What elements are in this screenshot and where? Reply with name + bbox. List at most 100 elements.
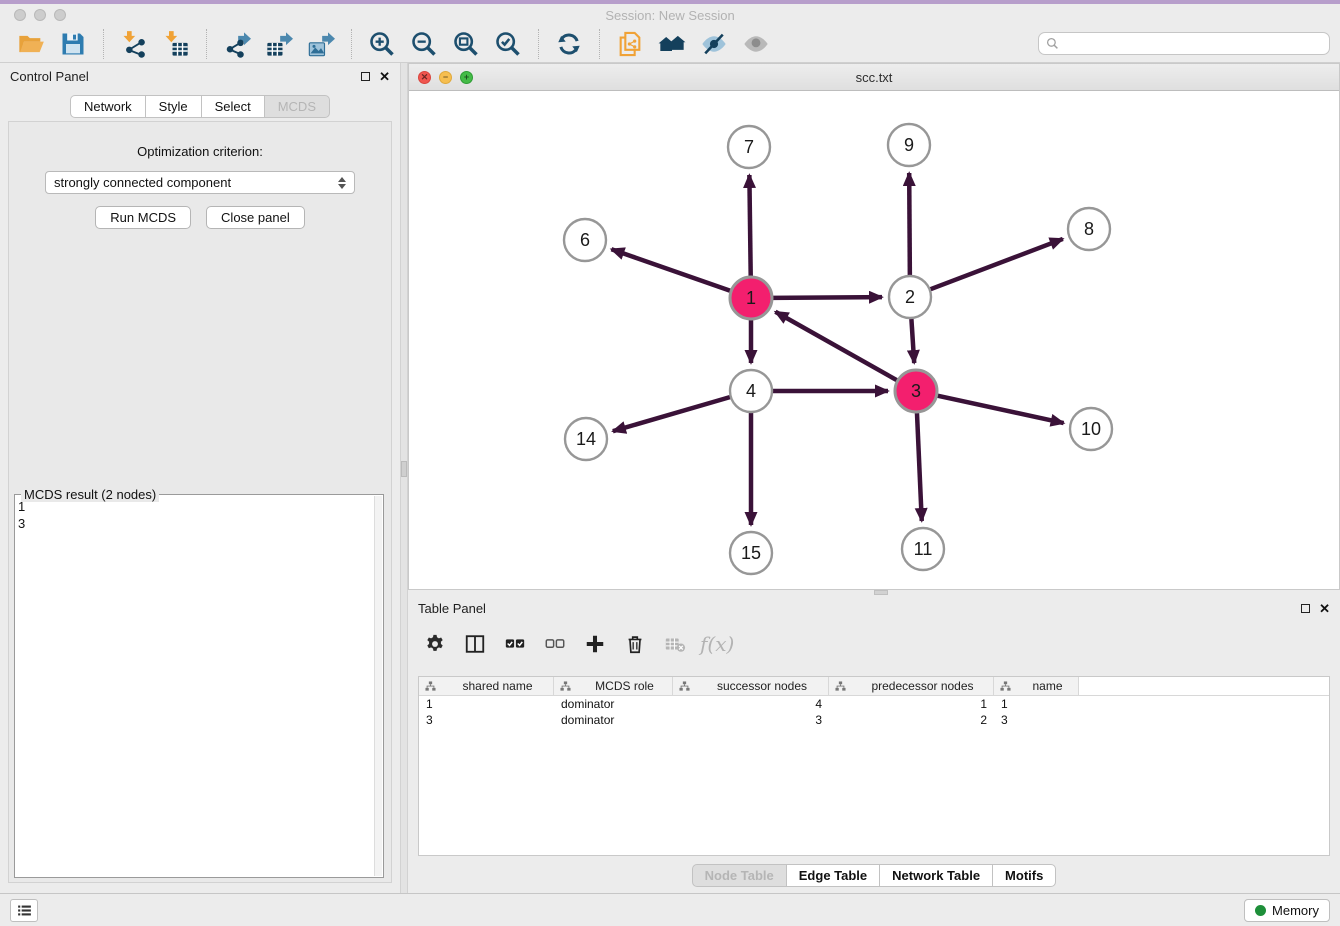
tab-select[interactable]: Select bbox=[201, 95, 265, 118]
minimize-network-button[interactable]: − bbox=[439, 71, 452, 84]
zoom-fit-icon[interactable] bbox=[450, 28, 482, 60]
close-window-button[interactable] bbox=[14, 9, 26, 21]
graph-edge-3-11[interactable] bbox=[917, 413, 922, 521]
add-column-icon[interactable] bbox=[580, 629, 610, 659]
task-history-button[interactable] bbox=[10, 899, 38, 922]
table-panel-title: Table Panel bbox=[418, 601, 486, 616]
table-tabs: Node TableEdge TableNetwork TableMotifs bbox=[408, 864, 1340, 887]
export-image-icon[interactable] bbox=[305, 28, 337, 60]
graph-edge-2-3[interactable] bbox=[911, 319, 914, 363]
show-eye-icon[interactable] bbox=[740, 28, 772, 60]
split-columns-icon[interactable] bbox=[460, 629, 490, 659]
toolbar-separator bbox=[103, 29, 104, 59]
graph-node-label: 8 bbox=[1084, 219, 1094, 239]
search-icon bbox=[1046, 37, 1059, 50]
table-cell[interactable]: 3 bbox=[419, 712, 554, 728]
node-table[interactable]: shared nameMCDS rolesuccessor nodesprede… bbox=[418, 676, 1330, 856]
toolbar-separator bbox=[538, 29, 539, 59]
float-panel-icon[interactable] bbox=[361, 72, 370, 81]
home-networks-icon[interactable] bbox=[656, 28, 688, 60]
tab-network-table[interactable]: Network Table bbox=[879, 864, 993, 887]
save-session-icon[interactable] bbox=[57, 28, 89, 60]
graph-edge-3-10[interactable] bbox=[937, 396, 1063, 423]
window-titlebar[interactable]: Session: New Session bbox=[0, 4, 1340, 26]
graph-edge-3-1[interactable] bbox=[775, 312, 896, 380]
table-cell[interactable]: 1 bbox=[829, 696, 994, 712]
maximize-network-button[interactable]: + bbox=[460, 71, 473, 84]
memory-status-icon bbox=[1255, 905, 1266, 916]
import-network-icon[interactable] bbox=[118, 28, 150, 60]
table-cell[interactable]: 1 bbox=[994, 696, 1079, 712]
graph-edge-1-6[interactable] bbox=[611, 249, 730, 291]
function-builder-icon[interactable]: f(x) bbox=[700, 632, 734, 656]
settings-gear-icon[interactable] bbox=[420, 629, 450, 659]
graph-edge-1-2[interactable] bbox=[773, 297, 882, 298]
tab-network[interactable]: Network bbox=[70, 95, 146, 118]
close-panel-icon[interactable]: ✕ bbox=[379, 70, 390, 83]
tab-edge-table[interactable]: Edge Table bbox=[786, 864, 880, 887]
network-window-title: scc.txt bbox=[856, 70, 893, 85]
deselect-all-checkboxes-icon[interactable] bbox=[540, 629, 570, 659]
graph-edge-2-8[interactable] bbox=[931, 239, 1063, 289]
app-window: Session: New Session Control Panel bbox=[0, 0, 1340, 926]
table-cell[interactable]: 1 bbox=[419, 696, 554, 712]
float-panel-icon[interactable] bbox=[1301, 604, 1310, 613]
zoom-out-icon[interactable] bbox=[408, 28, 440, 60]
table-cell[interactable]: 4 bbox=[673, 696, 829, 712]
table-cell[interactable]: 2 bbox=[829, 712, 994, 728]
clone-network-icon[interactable] bbox=[614, 28, 646, 60]
network-window-titlebar[interactable]: ✕ − + scc.txt bbox=[409, 64, 1339, 91]
criterion-select[interactable]: strongly connected component bbox=[45, 171, 355, 194]
tab-node-table[interactable]: Node Table bbox=[692, 864, 787, 887]
memory-button[interactable]: Memory bbox=[1244, 899, 1330, 922]
control-panel-title: Control Panel bbox=[10, 69, 89, 84]
close-network-button[interactable]: ✕ bbox=[418, 71, 431, 84]
network-graph[interactable]: 7968124314101511 bbox=[409, 91, 1339, 589]
table-cell[interactable]: 3 bbox=[673, 712, 829, 728]
hide-eye-slash-icon[interactable] bbox=[698, 28, 730, 60]
network-canvas[interactable]: 7968124314101511 bbox=[409, 91, 1339, 589]
zoom-in-icon[interactable] bbox=[366, 28, 398, 60]
refresh-icon[interactable] bbox=[553, 28, 585, 60]
run-mcds-button[interactable]: Run MCDS bbox=[95, 206, 191, 229]
column-header-MCDS-role[interactable]: MCDS role bbox=[554, 677, 673, 695]
column-header-predecessor-nodes[interactable]: predecessor nodes bbox=[829, 677, 994, 695]
table-row[interactable]: 1dominator411 bbox=[419, 696, 1329, 712]
column-header-successor-nodes[interactable]: successor nodes bbox=[673, 677, 829, 695]
search-field[interactable] bbox=[1038, 32, 1330, 55]
graph-edge-4-14[interactable] bbox=[613, 397, 730, 431]
column-header-name[interactable]: name bbox=[994, 677, 1079, 695]
table-row[interactable]: 3dominator323 bbox=[419, 712, 1329, 728]
table-cell[interactable]: dominator bbox=[554, 712, 673, 728]
minimize-window-button[interactable] bbox=[34, 9, 46, 21]
tab-style[interactable]: Style bbox=[145, 95, 202, 118]
zoom-window-button[interactable] bbox=[54, 9, 66, 21]
delete-column-icon[interactable] bbox=[620, 629, 650, 659]
open-file-icon[interactable] bbox=[15, 28, 47, 60]
graph-node-label: 11 bbox=[914, 539, 933, 559]
memory-label: Memory bbox=[1272, 903, 1319, 918]
delete-table-icon[interactable] bbox=[660, 629, 690, 659]
close-panel-icon[interactable]: ✕ bbox=[1319, 602, 1330, 615]
tab-motifs[interactable]: Motifs bbox=[992, 864, 1056, 887]
hierarchy-icon bbox=[679, 681, 690, 692]
tab-mcds[interactable]: MCDS bbox=[264, 95, 330, 118]
splitter-grip[interactable] bbox=[401, 461, 407, 477]
select-all-checkboxes-icon[interactable] bbox=[500, 629, 530, 659]
table-cell[interactable]: 3 bbox=[994, 712, 1079, 728]
toolbar-separator bbox=[351, 29, 352, 59]
result-scrollbar[interactable] bbox=[374, 496, 382, 876]
graph-edge-2-9[interactable] bbox=[909, 173, 910, 275]
export-table-icon[interactable] bbox=[263, 28, 295, 60]
close-panel-button[interactable]: Close panel bbox=[206, 206, 305, 229]
vertical-splitter[interactable] bbox=[400, 63, 408, 893]
column-header-shared-name[interactable]: shared name bbox=[419, 677, 554, 695]
zoom-selected-icon[interactable] bbox=[492, 28, 524, 60]
graph-edge-1-7[interactable] bbox=[749, 175, 750, 276]
graph-node-label: 6 bbox=[580, 230, 590, 250]
hierarchy-icon bbox=[560, 681, 571, 692]
export-network-icon[interactable] bbox=[221, 28, 253, 60]
import-table-icon[interactable] bbox=[160, 28, 192, 60]
search-input[interactable] bbox=[1064, 37, 1322, 51]
table-cell[interactable]: dominator bbox=[554, 696, 673, 712]
